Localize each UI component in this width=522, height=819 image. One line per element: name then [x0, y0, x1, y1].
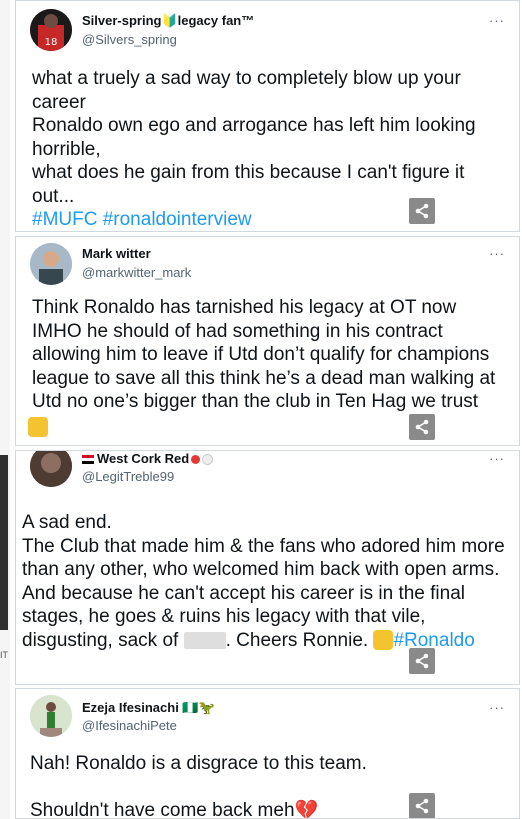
flag-icon [82, 455, 94, 465]
avatar[interactable] [30, 695, 72, 737]
avatar-photo-icon [30, 243, 72, 285]
tweet-text: Think Ronaldo has tarnished his legacy a… [32, 297, 496, 412]
tweet-text: A sad end. The Club that made him & the … [22, 512, 505, 651]
author-handle[interactable]: @Silvers_spring [82, 32, 177, 47]
tweet-card-2[interactable]: Mark witter @markwitter_mark ··· Think R… [15, 236, 520, 446]
more-icon[interactable]: ··· [489, 246, 505, 261]
tweet-hashtags[interactable]: #MUFC #ronaldointerview [32, 208, 509, 231]
avatar-jersey-icon: 18 [30, 9, 72, 51]
avatar-photo-icon [30, 695, 72, 737]
share-icon[interactable] [409, 793, 435, 818]
tweet-text: what a truely a sad way to completely bl… [32, 68, 476, 207]
thumbs-up-emoji [28, 417, 48, 437]
tweet-text: Nah! Ronaldo is a disgrace to this team.… [30, 753, 367, 819]
author-handle[interactable]: @markwitter_mark [82, 265, 191, 280]
avatar-photo-icon [30, 451, 72, 487]
share-icon[interactable] [409, 648, 435, 674]
share-icon[interactable] [409, 414, 435, 440]
tweet-card-1[interactable]: 18 Silver-spring🔰legacy fan™ @Silvers_sp… [15, 0, 520, 232]
more-icon[interactable]: ··· [489, 13, 505, 28]
avatar[interactable] [30, 451, 72, 487]
author-handle[interactable]: @IfesinachiPete [82, 718, 177, 733]
share-icon[interactable] [409, 198, 435, 224]
censored-word-blur [183, 631, 226, 649]
author-name[interactable]: Ezeja Ifesinachi 🇳🇬🦖 [82, 700, 215, 716]
avatar[interactable]: 18 [30, 9, 72, 51]
svg-text:18: 18 [45, 37, 58, 48]
more-icon[interactable]: ··· [489, 451, 505, 466]
thumbs-up-emoji [373, 630, 394, 651]
left-edge-dark-panel [0, 455, 8, 630]
author-name[interactable]: West Cork Red [82, 451, 214, 466]
white-circle-icon [202, 454, 214, 466]
more-icon[interactable]: ··· [489, 700, 505, 715]
left-edge-strip [0, 0, 10, 819]
left-edge-text-fragment: IT [0, 650, 8, 660]
avatar[interactable] [30, 243, 72, 285]
tweet-card-3[interactable]: West Cork Red @LegitTreble99 ··· A sad e… [15, 450, 520, 685]
tweet-card-4[interactable]: Ezeja Ifesinachi 🇳🇬🦖 @IfesinachiPete ···… [15, 688, 520, 819]
tweet-hashtag[interactable]: #Ronaldo [393, 630, 474, 651]
red-circle-icon [191, 455, 201, 465]
author-handle[interactable]: @LegitTreble99 [82, 469, 174, 484]
author-name[interactable]: Silver-spring🔰legacy fan™ [82, 13, 254, 29]
author-name[interactable]: Mark witter [82, 246, 151, 261]
